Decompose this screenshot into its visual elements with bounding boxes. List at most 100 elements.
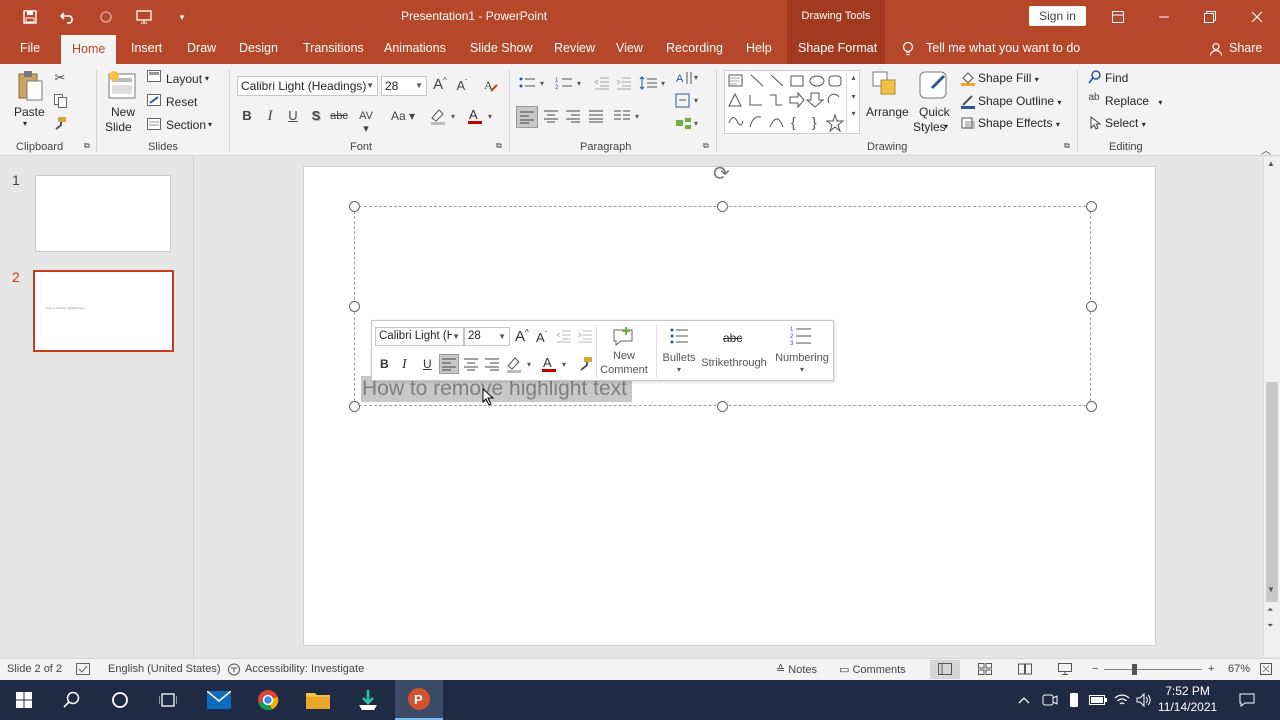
select-button[interactable]: Select ▾: [1105, 116, 1146, 130]
cortana-icon[interactable]: [96, 680, 144, 720]
mini-format-painter-icon[interactable]: [577, 356, 593, 375]
close-icon[interactable]: [1234, 0, 1280, 33]
customize-qat-icon[interactable]: ▾: [170, 7, 194, 27]
tab-transitions[interactable]: Transitions: [303, 33, 364, 64]
zoom-slider-thumb[interactable]: [1132, 664, 1137, 675]
new-slide-label-1[interactable]: New: [111, 105, 135, 119]
windows-start-icon[interactable]: [0, 680, 48, 720]
present-from-start-icon[interactable]: [132, 7, 156, 27]
section-button[interactable]: Section: [166, 118, 206, 132]
font-size-combo[interactable]: 28 ▼: [381, 76, 427, 96]
decrease-font-size-icon[interactable]: Aˇ: [454, 78, 470, 93]
mini-italic-button[interactable]: I: [402, 357, 407, 373]
mail-app-icon[interactable]: [195, 680, 243, 720]
undo-icon[interactable]: [56, 7, 80, 27]
increase-font-size-icon[interactable]: A^: [432, 76, 448, 93]
language-status[interactable]: English (United States): [108, 663, 221, 675]
tab-design[interactable]: Design: [239, 33, 278, 64]
numbering-icon[interactable]: 1 2 ▾: [555, 76, 585, 93]
tab-animations[interactable]: Animations: [384, 33, 446, 64]
tab-insert[interactable]: Insert: [131, 33, 162, 64]
find-button[interactable]: Find: [1105, 71, 1128, 85]
zoom-level[interactable]: 67%: [1228, 663, 1250, 675]
font-color-icon[interactable]: A ▾: [465, 107, 497, 128]
share-button[interactable]: Share: [1209, 33, 1262, 64]
clear-formatting-icon[interactable]: A: [482, 77, 500, 96]
notifications-icon[interactable]: [1234, 680, 1260, 720]
system-clock[interactable]: 7:52 PM 11/14/2021: [1158, 683, 1217, 715]
align-left-button[interactable]: [516, 106, 538, 128]
mini-font-color-icon[interactable]: A ▾: [540, 355, 570, 376]
quick-styles-label-2[interactable]: Styles: [913, 120, 946, 134]
powerpoint-taskbar-icon[interactable]: P: [395, 680, 443, 720]
paste-button[interactable]: Paste: [14, 105, 45, 119]
mini-align-left-button[interactable]: [439, 354, 459, 374]
redo-icon[interactable]: [94, 7, 118, 27]
text-direction-icon[interactable]: A ▾: [675, 70, 701, 89]
zoom-slider[interactable]: [1104, 669, 1202, 670]
paragraph-launcher-icon[interactable]: ⧉: [703, 141, 709, 151]
tab-view[interactable]: View: [616, 33, 643, 64]
sign-in-button[interactable]: Sign in: [1029, 6, 1086, 26]
slide-show-view-button[interactable]: [1058, 663, 1072, 678]
copy-icon[interactable]: [52, 94, 68, 111]
mini-highlight-color-icon[interactable]: ▾: [505, 355, 535, 376]
file-explorer-icon[interactable]: [294, 680, 342, 720]
bold-button[interactable]: B: [240, 108, 254, 123]
mini-numbering-dropdown-icon[interactable]: ▾: [772, 365, 832, 374]
align-right-button[interactable]: [564, 109, 582, 126]
next-slide-icon[interactable]: ⏷: [1267, 621, 1273, 631]
replace-button[interactable]: Replace ▾: [1105, 94, 1162, 108]
battery-icon[interactable]: [1086, 680, 1110, 720]
increase-indent-icon[interactable]: [615, 76, 633, 93]
justify-button[interactable]: [587, 109, 605, 126]
highlight-color-icon[interactable]: ▾: [428, 107, 460, 128]
resize-handle[interactable]: [349, 301, 360, 312]
drawing-launcher-icon[interactable]: ⧉: [1064, 141, 1070, 151]
zoom-out-button[interactable]: −: [1092, 663, 1098, 675]
shape-outline-button[interactable]: Shape Outline ▾: [978, 94, 1061, 108]
mini-bold-button[interactable]: B: [380, 357, 389, 371]
font-name-combo[interactable]: Calibri Light (Headings) ▼: [237, 76, 378, 96]
installer-app-icon[interactable]: [344, 680, 392, 720]
shapes-gallery[interactable]: { }: [724, 70, 860, 134]
mini-numbering-label[interactable]: Numbering: [772, 352, 832, 364]
new-slide-label-2[interactable]: Slide: [105, 120, 132, 134]
text-shadow-button[interactable]: S: [309, 108, 323, 123]
resize-handle[interactable]: [349, 401, 360, 412]
columns-icon[interactable]: ▾: [613, 109, 643, 126]
resize-handle[interactable]: [717, 201, 728, 212]
section-dropdown-icon[interactable]: ▾: [208, 120, 212, 129]
search-icon[interactable]: [48, 680, 96, 720]
resize-handle[interactable]: [717, 401, 728, 412]
tab-recording[interactable]: Recording: [666, 33, 723, 64]
mini-font-size-combo[interactable]: 28 ▼: [464, 327, 510, 346]
wifi-icon[interactable]: [1110, 680, 1134, 720]
fit-slide-icon[interactable]: [1260, 663, 1272, 678]
mini-decrease-font-icon[interactable]: Aˇ: [536, 330, 547, 345]
mini-font-name-combo[interactable]: Calibri Light (H ▼: [375, 327, 464, 346]
scrollbar-thumb[interactable]: [1266, 382, 1278, 602]
shape-fill-button[interactable]: Shape Fill ▾: [978, 71, 1039, 85]
notes-button[interactable]: ≙ Notes: [776, 663, 817, 676]
quick-styles-dropdown-icon[interactable]: ▾: [944, 122, 948, 131]
character-spacing-button[interactable]: AV ▾: [355, 110, 377, 135]
mini-decrease-indent-icon[interactable]: [556, 329, 572, 346]
reading-view-button[interactable]: [1018, 663, 1032, 678]
mini-bullets-dropdown-icon[interactable]: ▾: [660, 365, 698, 374]
task-view-icon[interactable]: [144, 680, 192, 720]
tell-me-search[interactable]: Tell me what you want to do: [902, 33, 1080, 64]
line-spacing-icon[interactable]: ▾: [639, 76, 669, 93]
convert-to-smartart-icon[interactable]: ▾: [675, 116, 701, 135]
mini-bullets-icon[interactable]: [669, 327, 689, 348]
arrange-button[interactable]: Arrange: [866, 105, 909, 119]
strikethrough-icon[interactable]: abc: [723, 331, 742, 345]
font-launcher-icon[interactable]: ⧉: [496, 141, 502, 151]
save-icon[interactable]: [18, 7, 42, 27]
previous-slide-icon[interactable]: ⏶: [1267, 605, 1273, 615]
layout-button[interactable]: Layout: [166, 72, 202, 86]
layout-dropdown-icon[interactable]: ▾: [205, 74, 209, 83]
cut-icon[interactable]: ✂: [52, 70, 68, 86]
decrease-indent-icon[interactable]: [593, 76, 611, 93]
comments-button[interactable]: ▭ Comments: [839, 663, 906, 676]
